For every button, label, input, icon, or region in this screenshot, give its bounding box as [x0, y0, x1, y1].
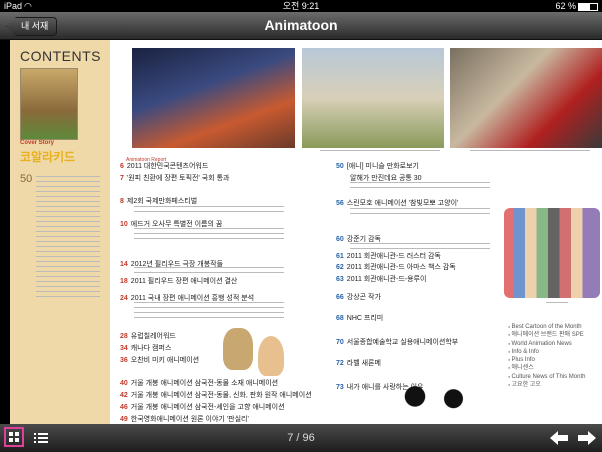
toc-entry[interactable]: 36 오찬비 미키 애니메이션	[120, 355, 199, 365]
navigation-bar: Animatoon 내 서재	[0, 12, 602, 40]
toc-entry[interactable]: 72 라벨 새론메	[336, 358, 381, 368]
back-button[interactable]: 내 서재	[6, 17, 58, 36]
battery-label: 62 %	[555, 1, 576, 11]
cover-story-image	[20, 68, 78, 140]
bottom-toolbar: 7 / 96	[0, 424, 602, 452]
battery-icon	[578, 3, 598, 11]
toc-description	[134, 228, 284, 240]
right-section-list: Best Cartoon of the Month 애니메이션 브랜드 판매 S…	[508, 323, 586, 389]
toc-description	[134, 302, 284, 320]
photo-caption	[470, 150, 590, 154]
toc-entry[interactable]: 34 캐나다 캠퍼스	[120, 343, 171, 353]
clock: 오전 9:21	[282, 1, 320, 11]
toc-entry[interactable]: 6 2011 대한민국콘텐츠어워드	[120, 161, 208, 171]
toc-entry[interactable]: 7 '원피 친환에 장편 토픽전' 국회 통과	[120, 173, 229, 183]
toc-entry[interactable]: 42 거울 개봉 애니메이션 삼국전-동물, 신화, 판화 원작 애니메이션	[120, 390, 312, 400]
photo-caption	[320, 150, 440, 154]
toc-entry[interactable]: 68 NHC 프리미	[336, 313, 383, 323]
list-item[interactable]: 애니메이션 브랜드 판매 SPE	[508, 331, 585, 339]
toc-entry[interactable]: 49 한국영화애니메이션 원론 이야기 '판실리'	[120, 414, 249, 424]
grid-view-button[interactable]	[4, 427, 24, 447]
toc-entry[interactable]: 18 2011 필리우드 장편 애니메이션 결산	[120, 276, 237, 286]
toc-entry[interactable]: 70 서울종합예술학교 실용애니메이션학부	[336, 337, 458, 347]
toc-description	[350, 208, 490, 218]
toc-entry[interactable]: 66 강상곤 작가	[336, 292, 381, 302]
cartoon-deer-illustration	[223, 328, 253, 370]
toc-description	[134, 267, 284, 273]
house-photo	[302, 48, 444, 148]
dancing-figures-illustration	[382, 378, 492, 424]
grid-icon	[9, 432, 19, 442]
toc-entry[interactable]: 8 제2회 국제만화페스티벌	[120, 196, 197, 206]
list-item[interactable]: Info & Info	[508, 348, 585, 356]
city-night-photo	[132, 48, 295, 148]
tintin-characters-illustration	[504, 208, 600, 298]
toc-entry[interactable]: 61 2011 회관애니관-드 러스터 감독	[336, 251, 441, 261]
cover-story-title: 코알라키드	[20, 150, 76, 164]
toc-entry[interactable]: 62 2011 회관애니관-드 아마스 책스 감독	[336, 262, 456, 272]
page-title: Animatoon	[264, 17, 338, 33]
arrow-left-icon[interactable]	[550, 431, 568, 445]
illustration-caption	[546, 302, 568, 306]
contents-heading: CONTENTS	[20, 48, 101, 64]
list-icon[interactable]	[34, 432, 48, 444]
list-item[interactable]: 고요한 고오	[508, 381, 585, 389]
toc-description	[350, 182, 490, 192]
toc-entry[interactable]: 40 거울 개봉 애니메이션 삼국전-동물 소재 애니메이션	[120, 378, 278, 388]
arrow-right-icon[interactable]	[578, 431, 596, 445]
cover-story-text	[36, 176, 100, 301]
cartoon-kid-illustration	[258, 336, 284, 376]
toc-description	[134, 206, 284, 216]
cover-story-label: Cover Story	[20, 140, 55, 146]
toc-entry[interactable]: 46 거울 개봉 애니메이션 삼국전-셰인을 고향 애니메이션	[120, 402, 285, 412]
toc-entry[interactable]: 50 [애니] 미니슬 만화로보기	[336, 161, 419, 171]
toc-description	[350, 243, 490, 249]
magazine-page[interactable]: CONTENTS Cover Story 코알라키드 50 Animatoon …	[10, 40, 602, 424]
status-bar: iPad ◠ 오전 9:21 62 %	[0, 0, 602, 12]
toc-entry[interactable]: 28 유럽칠레어워드	[120, 331, 176, 341]
list-item[interactable]: Best Cartoon of the Month	[508, 323, 585, 331]
list-item[interactable]: Plus Info	[508, 356, 585, 364]
toc-entry[interactable]: 56 스린모호 애니메이션 '참빛모뽀 고양이'	[336, 198, 458, 208]
contents-sidebar: CONTENTS Cover Story 코알라키드 50	[10, 40, 110, 424]
page-counter: 7 / 96	[287, 432, 315, 444]
toc-entry[interactable]: 63 2011 회관애니관-드-용루이	[336, 274, 426, 284]
list-item[interactable]: World Animation News	[508, 340, 585, 348]
puppet-photo	[450, 48, 602, 148]
cover-page-number: 50	[20, 173, 33, 185]
list-item[interactable]: Culture News of This Month	[508, 373, 586, 381]
list-item[interactable]: 애니센스	[508, 364, 585, 372]
